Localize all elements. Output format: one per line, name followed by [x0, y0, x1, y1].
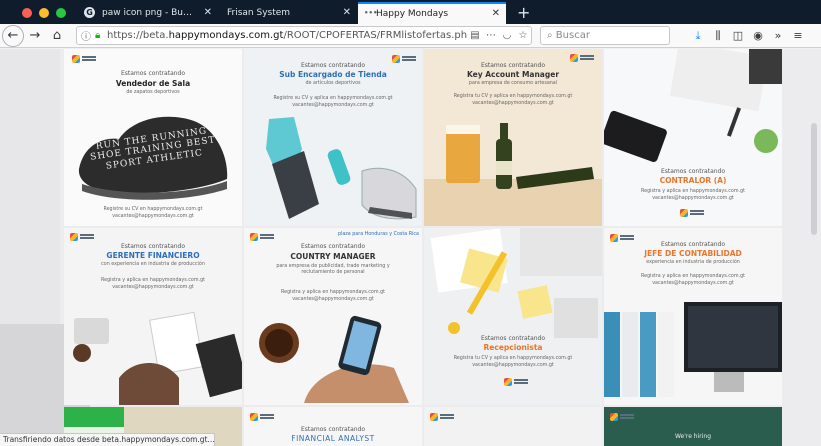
url-text[interactable]: https://beta.happymondays.com.gt/ROOT/CP… [107, 30, 467, 41]
close-tab-icon[interactable]: ✕ [343, 2, 351, 24]
sidebar-icon[interactable]: ◫ [728, 29, 748, 42]
tab-label: Happy Mondays [376, 9, 449, 19]
forward-button[interactable]: → [24, 26, 46, 46]
job-card-gerente-financiero[interactable]: Estamos contratando GERENTE FINANCIERO c… [64, 228, 242, 405]
sport-items-photo [266, 117, 417, 220]
happy-mondays-logo [250, 413, 274, 421]
happy-mondays-logo [392, 55, 416, 63]
happy-mondays-logo [250, 233, 274, 241]
job-card-contralor[interactable]: Estamos contratando CONTRALOR (A) Regist… [604, 49, 782, 226]
happy-mondays-logo [570, 54, 594, 62]
close-tab-icon[interactable]: ✕ [492, 4, 500, 24]
status-bar: Transfiriendo datos desde beta.happymond… [0, 433, 215, 446]
home-button[interactable]: ⌂ [46, 26, 68, 46]
bookmark-star-icon[interactable]: ☆ [515, 30, 531, 41]
tab-frisan-system[interactable]: Frisan System ✕ [219, 2, 357, 24]
job-card-were-hiring[interactable]: We're hiring [604, 407, 782, 446]
tab-label: paw icon png - Buscar con Go [102, 8, 218, 18]
job-card-key-account-manager[interactable]: Estamos contratando Key Account Manager … [424, 49, 602, 226]
job-card-vendedor-sala[interactable]: Estamos contratando Vendedor de Sala de … [64, 49, 242, 226]
tab-strip: G paw icon png - Buscar con Go ✕ Frisan … [0, 0, 821, 24]
finance-desk-photo [73, 311, 242, 405]
close-window-button[interactable] [22, 8, 32, 18]
happy-mondays-logo [610, 234, 634, 242]
happy-mondays-logo [610, 413, 634, 421]
happy-mondays-logo [430, 413, 454, 421]
window-controls [0, 8, 76, 24]
page-actions-icon[interactable]: ⋯ [483, 30, 499, 41]
info-icon[interactable]: ⓘ [81, 28, 95, 43]
lock-icon[interactable]: 🔒︎ [95, 30, 107, 41]
loading-icon: ••• [364, 9, 378, 17]
tab-label: Frisan System [227, 8, 291, 18]
beer-photo [424, 123, 602, 226]
vertical-scrollbar[interactable] [811, 123, 817, 235]
happy-mondays-logo [72, 55, 96, 63]
page-viewport: Estamos contratando Vendedor de Sala de … [0, 49, 821, 446]
minimize-window-button[interactable] [39, 8, 49, 18]
close-tab-icon[interactable]: ✕ [204, 2, 212, 24]
download-icon[interactable]: ⤓ [688, 29, 708, 43]
job-card-jefe-contabilidad[interactable]: Estamos contratando JEFE DE CONTABILIDAD… [604, 228, 782, 405]
tab-happy-mondays[interactable]: ••• Happy Mondays ✕ [358, 2, 506, 24]
pocket-icon[interactable]: ◡ [499, 30, 515, 41]
job-card-recepcionista[interactable]: Estamos contratando Recepcionista Regist… [424, 228, 602, 405]
browser-window: G paw icon png - Buscar con Go ✕ Frisan … [0, 0, 821, 446]
happy-mondays-logo [680, 209, 704, 217]
phone-coffee-photo [259, 315, 409, 403]
back-button[interactable]: ← [2, 24, 24, 47]
job-card-partial-3[interactable] [424, 407, 602, 446]
office-supplies-photo [430, 228, 602, 338]
binders-monitor-photo [604, 302, 782, 397]
job-card-country-manager[interactable]: plaza para Honduras y Costa Rica Estamos… [244, 228, 422, 405]
new-tab-button[interactable]: + [507, 2, 540, 24]
happy-mondays-logo [70, 233, 94, 241]
happy-mondays-logo [504, 378, 528, 386]
tab-google-search[interactable]: G paw icon png - Buscar con Go ✕ [76, 2, 218, 24]
reader-view-icon[interactable]: ▤ [467, 30, 483, 41]
navigation-toolbar: ← → ⌂ ⓘ 🔒︎ https://beta.happymondays.com… [0, 24, 821, 48]
address-bar[interactable]: ⓘ 🔒︎ https://beta.happymondays.com.gt/RO… [76, 26, 532, 45]
job-offers-grid: Estamos contratando Vendedor de Sala de … [64, 49, 804, 446]
zoom-window-button[interactable] [56, 8, 66, 18]
search-input[interactable]: ⌕ Buscar [540, 26, 670, 45]
library-icon[interactable]: ⫼ [708, 29, 728, 43]
menu-icon[interactable]: ≡ [788, 29, 808, 42]
account-icon[interactable]: ◉ [748, 29, 768, 42]
overflow-chevron-icon[interactable]: » [768, 29, 788, 42]
google-icon: G [84, 7, 95, 18]
desk-flatlay-photo [604, 49, 782, 163]
job-card-sub-encargado[interactable]: Estamos contratando Sub Encargado de Tie… [244, 49, 422, 226]
job-card-financial-analyst[interactable]: Estamos contratando FINANCIAL ANALYST [244, 407, 422, 446]
